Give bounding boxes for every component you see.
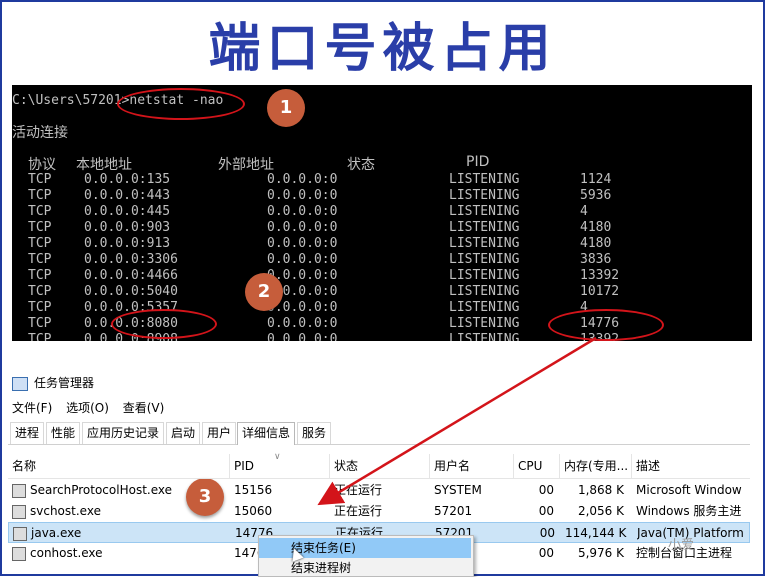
- red-arrow-icon: [317, 336, 597, 506]
- watermark: 小爱: [668, 538, 695, 553]
- context-end-process-tree[interactable]: 结束进程树: [259, 560, 471, 576]
- arrow-overlay: [317, 336, 597, 506]
